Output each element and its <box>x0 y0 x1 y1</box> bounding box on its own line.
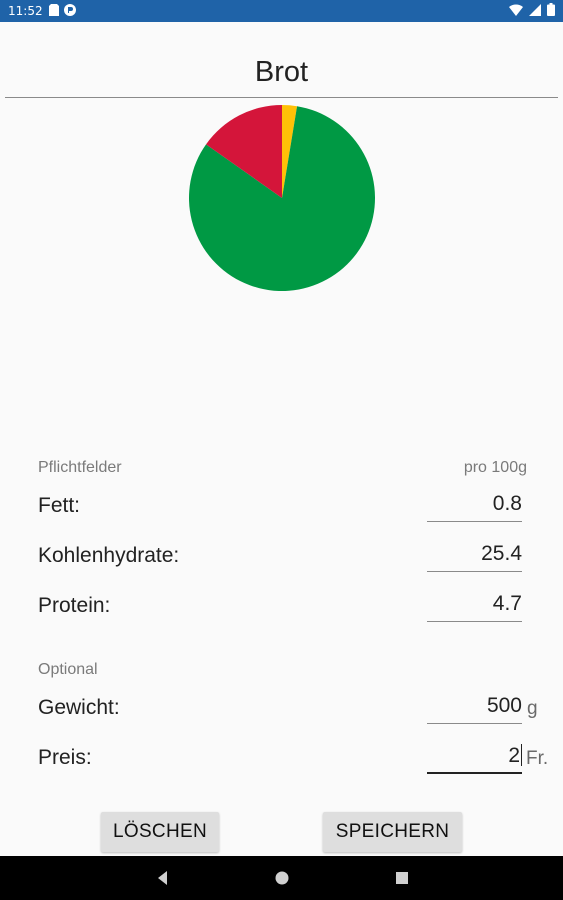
navigation-bar <box>0 856 563 900</box>
price-currency: Fr. <box>526 748 549 769</box>
weight-unit: g <box>527 698 538 719</box>
page-title: Brot <box>254 56 309 88</box>
signal-icon <box>529 3 541 19</box>
weight-input[interactable]: 500 <box>427 690 522 724</box>
fat-input[interactable]: 0.8 <box>427 488 522 522</box>
protein-input[interactable]: 4.7 <box>427 588 522 622</box>
delete-button[interactable]: LÖSCHEN <box>101 812 219 852</box>
unit-label: pro 100g <box>463 459 527 476</box>
protein-label: Protein: <box>38 594 111 617</box>
optional-section-label: Optional <box>38 661 98 678</box>
status-bar: 11:52 <box>0 0 563 22</box>
wifi-icon <box>509 3 523 19</box>
price-value: 2 <box>508 744 520 767</box>
price-input[interactable]: 2 <box>427 740 522 774</box>
back-icon[interactable] <box>155 870 171 886</box>
carbs-label: Kohlenhydrate: <box>38 544 180 567</box>
fat-label: Fett: <box>38 494 81 517</box>
nutrition-pie-chart <box>189 105 375 291</box>
title-divider <box>5 97 558 98</box>
weight-value: 500 <box>486 694 522 717</box>
price-label: Preis: <box>38 746 92 769</box>
notification-icon <box>63 3 76 19</box>
home-icon[interactable] <box>274 870 290 886</box>
carbs-value: 25.4 <box>481 542 522 565</box>
fat-value: 0.8 <box>492 492 522 515</box>
carbs-input[interactable]: 25.4 <box>427 538 522 572</box>
protein-value: 4.7 <box>492 592 522 615</box>
text-cursor <box>521 744 522 766</box>
required-section-label: Pflichtfelder <box>38 459 122 476</box>
weight-label: Gewicht: <box>38 696 120 719</box>
battery-icon <box>547 3 555 19</box>
save-button[interactable]: SPEICHERN <box>323 812 462 852</box>
recents-icon[interactable] <box>394 870 410 886</box>
sd-card-icon <box>48 3 59 19</box>
status-time: 11:52 <box>8 4 43 18</box>
